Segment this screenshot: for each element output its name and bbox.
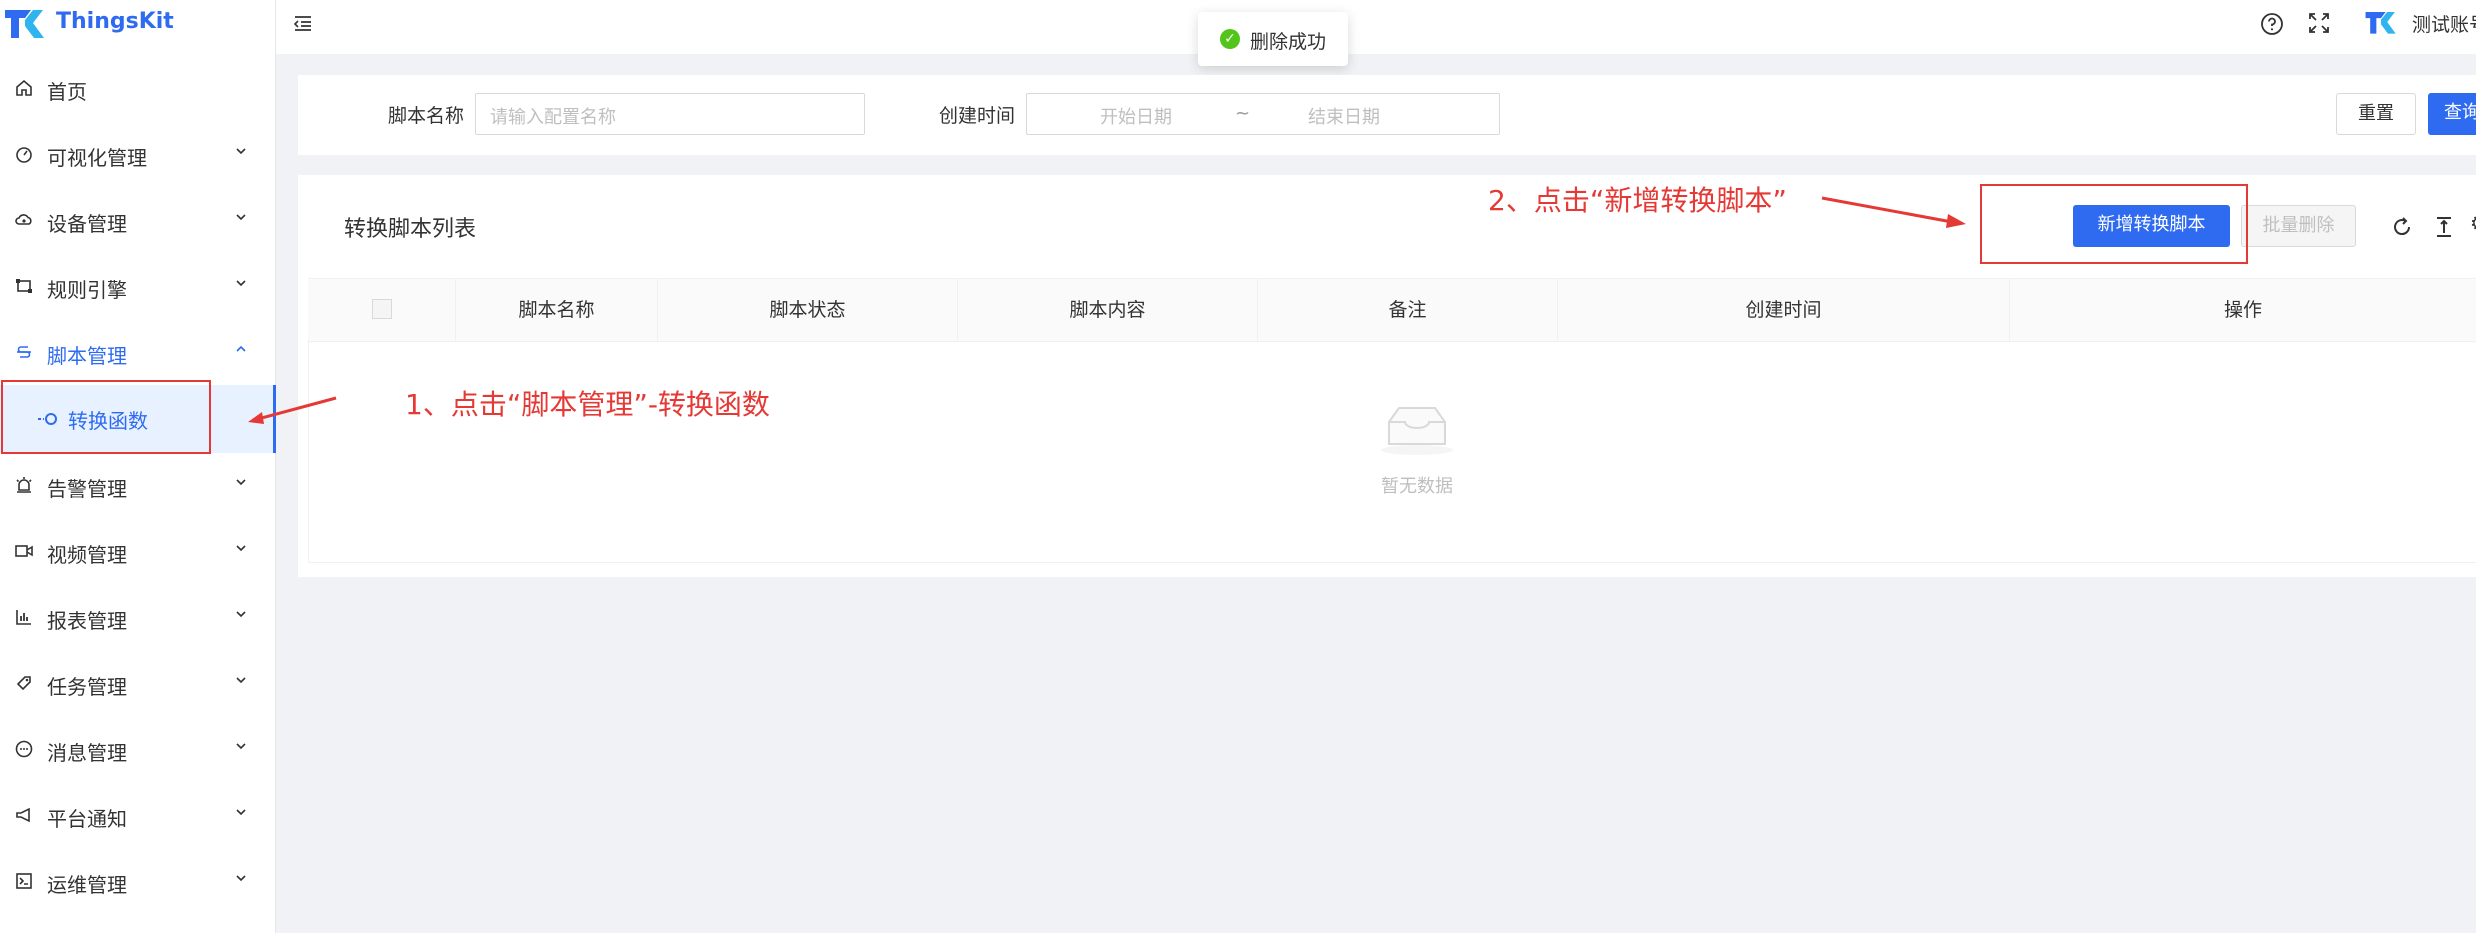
annotation-step1: 1、点击“脚本管理”-转换函数 (405, 388, 770, 421)
range-separator: ~ (1235, 103, 1251, 124)
user-avatar-icon[interactable] (2364, 8, 2398, 36)
sidebar-item-video[interactable]: 视频管理 (0, 521, 276, 581)
message-icon (14, 739, 34, 759)
sidebar-item-label: 视频管理 (47, 543, 127, 567)
sidebar: ThingsKit 首页 可视化管理 设备管理 规则引擎 脚本管理 转换函数 告… (0, 0, 276, 933)
sidebar-item-label: 告警管理 (47, 477, 127, 501)
home-icon (14, 78, 34, 98)
ops-icon (14, 871, 34, 891)
chevron-down-icon (236, 479, 246, 486)
annotation-arrow-right-icon (1821, 196, 1966, 228)
column-header[interactable]: 创建时间 (1558, 279, 2010, 341)
success-toast: ✓ 删除成功 (1198, 12, 1348, 66)
column-header[interactable]: 备注 (1258, 279, 1558, 341)
top-header: 测试账号 (276, 0, 2476, 54)
table-title: 转换脚本列表 (344, 217, 477, 242)
chevron-down-icon (236, 280, 246, 287)
query-button[interactable]: 查询 (2428, 93, 2476, 135)
sidebar-item-label: 可视化管理 (47, 146, 147, 170)
table-header: 脚本名称 脚本状态 脚本内容 备注 创建时间 操作 (308, 278, 2476, 342)
report-icon (14, 607, 34, 627)
menu-fold-icon[interactable] (292, 12, 314, 34)
chevron-down-icon (236, 875, 246, 882)
alarm-icon (14, 475, 34, 495)
script-name-label: 脚本名称 (388, 105, 465, 127)
cloud-device-icon (14, 210, 34, 230)
video-icon (14, 541, 34, 561)
question-circle-icon[interactable] (2260, 12, 2284, 36)
brand-name: ThingsKit (56, 9, 174, 34)
dashboard-icon (14, 144, 34, 164)
rule-icon (14, 276, 34, 296)
thingskit-logo-icon (5, 10, 44, 38)
sidebar-item-script[interactable]: 脚本管理 (0, 322, 276, 382)
sidebar-item-task[interactable]: 任务管理 (0, 653, 276, 713)
sidebar-item-label: 运维管理 (47, 873, 127, 897)
script-icon (14, 342, 34, 362)
task-icon (14, 673, 34, 693)
start-date-placeholder: 开始日期 (1100, 107, 1172, 128)
settings-icon[interactable]: ⚙ (2470, 211, 2476, 239)
sidebar-item-label: 设备管理 (47, 212, 127, 236)
sidebar-item-device[interactable]: 设备管理 (0, 190, 276, 250)
chevron-down-icon (236, 214, 246, 221)
sidebar-item-rule-engine[interactable]: 规则引擎 (0, 256, 276, 316)
chevron-down-icon (236, 545, 246, 552)
column-height-icon[interactable] (2432, 215, 2456, 239)
select-all-cell (308, 279, 456, 341)
chevron-down-icon (236, 743, 246, 750)
script-name-input[interactable]: 请输入配置名称 (475, 93, 865, 135)
sidebar-item-label: 消息管理 (47, 741, 127, 765)
create-time-label: 创建时间 (939, 105, 1016, 127)
chevron-down-icon (236, 148, 246, 155)
sidebar-item-report[interactable]: 报表管理 (0, 587, 276, 647)
column-header[interactable]: 脚本状态 (658, 279, 958, 341)
fullscreen-icon[interactable] (2308, 12, 2330, 34)
script-name-placeholder: 请输入配置名称 (490, 107, 616, 128)
select-all-checkbox[interactable] (372, 299, 392, 319)
annotation-box-sidebar (1, 380, 211, 454)
chevron-down-icon (236, 809, 246, 816)
column-header[interactable]: 操作 (2010, 279, 2476, 341)
sidebar-item-ops[interactable]: 运维管理 (0, 851, 276, 911)
sidebar-item-visualization[interactable]: 可视化管理 (0, 124, 276, 184)
chevron-down-icon (236, 677, 246, 684)
search-form: 脚本名称 请输入配置名称 创建时间 开始日期 ~ 结束日期 重置 查询 (298, 75, 2476, 155)
sidebar-item-message[interactable]: 消息管理 (0, 719, 276, 779)
notice-icon (14, 805, 34, 825)
sidebar-item-label: 任务管理 (47, 675, 127, 699)
batch-delete-button[interactable]: 批量删除 (2241, 205, 2356, 247)
empty-text: 暂无数据 (1381, 476, 1453, 497)
sidebar-item-label: 平台通知 (47, 807, 127, 831)
annotation-arrow-left-icon (248, 396, 337, 424)
column-header[interactable]: 脚本内容 (958, 279, 1258, 341)
sidebar-item-home[interactable]: 首页 (0, 58, 276, 118)
reload-icon[interactable] (2390, 215, 2414, 239)
sidebar-item-label: 脚本管理 (47, 344, 127, 368)
sidebar-item-notice[interactable]: 平台通知 (0, 785, 276, 845)
reset-button[interactable]: 重置 (2336, 93, 2416, 135)
table-body: 暂无数据 (308, 340, 2476, 563)
chevron-down-icon (236, 611, 246, 618)
date-range-picker[interactable]: 开始日期 ~ 结束日期 (1026, 93, 1500, 135)
chevron-up-icon (236, 345, 246, 352)
sidebar-item-label: 报表管理 (47, 609, 127, 633)
column-header[interactable]: 脚本名称 (456, 279, 658, 341)
annotation-step2: 2、点击“新增转换脚本” (1488, 184, 1787, 217)
check-circle-icon: ✓ (1220, 29, 1240, 49)
user-name[interactable]: 测试账号 (2412, 10, 2476, 37)
end-date-placeholder: 结束日期 (1308, 107, 1380, 128)
sidebar-item-label: 规则引擎 (47, 278, 127, 302)
sidebar-item-label: 首页 (47, 80, 87, 104)
sidebar-item-alarm[interactable]: 告警管理 (0, 455, 276, 515)
brand-logo[interactable]: ThingsKit (0, 0, 276, 54)
toast-message: 删除成功 (1250, 31, 1327, 53)
annotation-box-add (1980, 184, 2248, 264)
empty-inbox-icon (1381, 407, 1453, 455)
